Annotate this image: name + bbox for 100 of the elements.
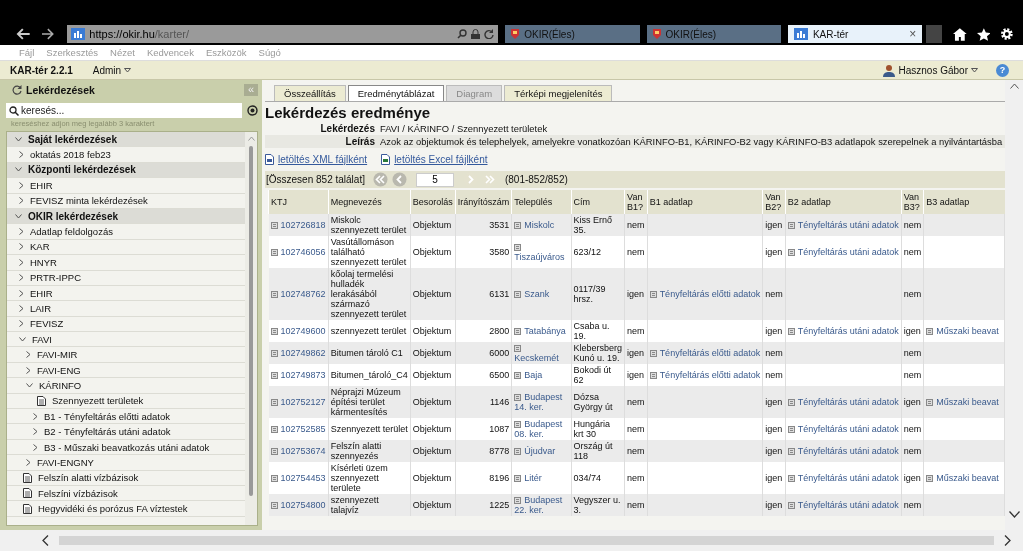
chevron-right-icon[interactable] — [1004, 535, 1011, 546]
record-link[interactable]: 102752585 — [270, 424, 326, 434]
city-link[interactable]: Miskolc — [514, 220, 555, 230]
tree-item[interactable]: Szennyezett területek — [7, 393, 245, 410]
datasheet-link[interactable]: Tényfeltárás utáni adatok — [787, 326, 899, 336]
record-link[interactable]: 102749873 — [270, 370, 326, 380]
datasheet-link[interactable]: Tényfeltárás utáni adatok — [787, 397, 899, 407]
column-header[interactable]: Van B1? — [624, 190, 648, 214]
column-header[interactable]: Megnevezés — [328, 190, 411, 214]
column-header[interactable]: B2 adatlap — [785, 190, 902, 214]
chevron-left-icon[interactable] — [42, 535, 49, 546]
datasheet-link[interactable]: Tényfeltárás előtti adatok — [649, 348, 761, 358]
record-link[interactable]: 102752127 — [270, 397, 326, 407]
column-header[interactable]: B3 adatlap — [923, 190, 1005, 214]
record-link[interactable]: 102749862 — [270, 348, 326, 358]
page-field[interactable]: 5 — [415, 172, 454, 187]
city-link[interactable]: Tatabánya — [514, 326, 566, 336]
back-icon[interactable] — [15, 27, 31, 41]
chevron-up-icon[interactable] — [1009, 83, 1019, 89]
tree-item[interactable]: EHIR — [7, 178, 245, 194]
help-button[interactable]: ? — [996, 63, 1009, 77]
column-header[interactable]: Besorolás — [410, 190, 456, 214]
tree-item[interactable]: B1 - Tényfeltárás előtti adatok — [7, 409, 245, 425]
column-header[interactable]: Település — [511, 190, 572, 214]
tree-item[interactable]: Felszín alatti vízbázisok — [7, 470, 245, 486]
record-link[interactable]: 102754453 — [270, 473, 326, 483]
column-header[interactable]: Van B3? — [901, 190, 924, 214]
column-header[interactable]: Cím — [571, 190, 625, 214]
datasheet-link[interactable]: Műszaki beavat — [926, 326, 999, 336]
tree-item[interactable]: FAVI — [7, 332, 245, 348]
tree-item[interactable]: FEVISZ minta lekérdezések — [7, 193, 245, 209]
city-link[interactable]: Kecskemét — [514, 343, 569, 363]
scrollbar-thumb[interactable] — [249, 146, 253, 496]
tree-item[interactable]: PRTR-IPPC — [7, 270, 245, 286]
tab[interactable]: Térképi megjelenítés — [504, 85, 613, 101]
datasheet-link[interactable]: Műszaki beavat — [926, 473, 999, 483]
tree-item[interactable]: oktatás 2018 feb23 — [7, 147, 245, 163]
download-link[interactable]: letöltés XML fájlként — [278, 154, 368, 165]
datasheet-link[interactable]: Tényfeltárás utáni adatok — [787, 446, 899, 456]
browser-tab[interactable]: KAR-tér × — [787, 25, 923, 43]
tree-item[interactable]: B3 - Műszaki beavatkozás utáni adatok — [7, 439, 245, 456]
tree-item[interactable]: Hegyvidéki és porózus FA víztestek — [7, 501, 245, 517]
search-icon[interactable] — [457, 29, 468, 39]
browser-tab[interactable]: OKIR(Éles) — [646, 25, 781, 43]
user-menu[interactable]: Hasznos Gábor — [898, 64, 978, 76]
city-link[interactable]: Budapest 22. ker. — [514, 495, 569, 515]
column-header[interactable]: Irányítószám — [455, 190, 512, 214]
star-icon[interactable] — [976, 27, 991, 41]
close-tab-button[interactable]: × — [909, 27, 917, 41]
datasheet-link[interactable]: Tényfeltárás utáni adatok — [787, 247, 899, 257]
forward-icon[interactable] — [40, 28, 55, 40]
refresh-icon[interactable] — [484, 29, 495, 39]
record-link[interactable]: 102748762 — [270, 289, 326, 299]
tree-item[interactable]: FAVI-ENG — [7, 362, 245, 379]
tree-item[interactable]: KAR — [7, 239, 245, 256]
tree-item[interactable]: LAIR — [7, 301, 245, 317]
datasheet-link[interactable]: Tényfeltárás előtti adatok — [649, 370, 761, 380]
record-link[interactable]: 102753674 — [270, 446, 326, 456]
city-link[interactable]: Tiszaújváros — [514, 242, 569, 262]
record-link[interactable]: 102754800 — [270, 500, 326, 510]
download-link[interactable]: letöltés Excel fájlként — [394, 154, 488, 165]
scrollbar-thumb[interactable] — [59, 536, 994, 545]
column-header[interactable]: KTJ — [268, 190, 329, 214]
chevron-down-icon[interactable] — [1008, 511, 1020, 518]
search-field[interactable]: keresés... — [6, 103, 242, 118]
tree-item[interactable]: EHIR — [7, 285, 245, 302]
city-link[interactable]: Szank — [514, 289, 550, 299]
city-link[interactable]: Litér — [514, 473, 542, 483]
admin-menu[interactable]: Admin — [92, 64, 132, 76]
tab[interactable]: Eredménytáblázat — [347, 85, 445, 101]
datasheet-link[interactable]: Tényfeltárás előtti adatok — [649, 289, 761, 299]
datasheet-link[interactable]: Műszaki beavat — [926, 397, 999, 407]
record-link[interactable]: 102746056 — [270, 247, 326, 257]
tree-item[interactable]: FEVISZ — [7, 316, 245, 333]
column-header[interactable]: B1 adatlap — [647, 190, 763, 214]
home-icon[interactable] — [952, 27, 967, 41]
city-link[interactable]: Budapest 14. ker. — [514, 392, 569, 412]
tab[interactable]: Összeállítás — [274, 85, 346, 101]
tree-item[interactable]: FAVI-ENGNY — [7, 455, 245, 471]
datasheet-link[interactable]: Tényfeltárás utáni adatok — [787, 220, 899, 230]
record-link[interactable]: 102749600 — [270, 326, 326, 336]
tree-item[interactable]: Felszíni vízbázisok — [7, 486, 245, 502]
tree-item[interactable]: FAVI-MIR — [7, 347, 245, 363]
settings-icon[interactable] — [1000, 27, 1014, 41]
browser-tab[interactable]: OKIR(Éles) — [505, 25, 640, 43]
city-link[interactable]: Újudvar — [514, 446, 556, 456]
address-bar[interactable]: https://okir.hu/karter/ — [67, 25, 499, 43]
tree-item[interactable]: KÁRINFO — [7, 378, 245, 394]
datasheet-link[interactable]: Tényfeltárás utáni adatok — [787, 473, 899, 483]
column-header[interactable]: Van B2? — [762, 190, 786, 214]
tree-item[interactable]: HNYR — [7, 255, 245, 271]
record-link[interactable]: 102726818 — [270, 220, 326, 230]
target-icon[interactable] — [247, 105, 258, 116]
datasheet-link[interactable]: Tényfeltárás utáni adatok — [787, 500, 899, 510]
tree-item[interactable]: Adatlap feldolgozás — [7, 224, 245, 240]
datasheet-link[interactable]: Tényfeltárás utáni adatok — [787, 424, 899, 434]
city-link[interactable]: Baja — [514, 370, 543, 380]
tree-item[interactable]: Saját lekérdezések — [7, 132, 245, 148]
city-link[interactable]: Budapest 08. ker. — [514, 419, 569, 439]
tree-item[interactable]: B2 - Tényfeltárás utáni adatok — [7, 424, 245, 440]
